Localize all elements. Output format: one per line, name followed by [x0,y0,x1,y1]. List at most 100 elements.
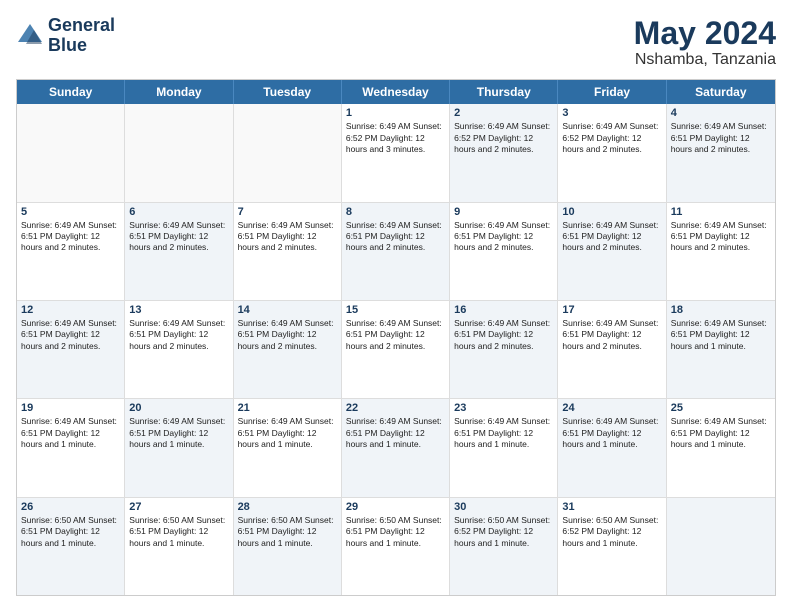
day-info: Sunrise: 6:49 AM Sunset: 6:51 PM Dayligh… [129,416,228,450]
logo-text: General Blue [48,16,115,56]
day-number: 31 [562,501,661,513]
day-info: Sunrise: 6:49 AM Sunset: 6:51 PM Dayligh… [346,318,445,352]
day-cell-7: 7 Sunrise: 6:49 AM Sunset: 6:51 PM Daylig… [234,203,342,300]
day-info: Sunrise: 6:49 AM Sunset: 6:51 PM Dayligh… [346,416,445,450]
day-info: Sunrise: 6:50 AM Sunset: 6:51 PM Dayligh… [21,515,120,549]
day-cell-5: 5 Sunrise: 6:49 AM Sunset: 6:51 PM Daylig… [17,203,125,300]
day-cell-4: 4Sunrise: 6:49 AM Sunset: 6:51 PM Daylig… [667,104,775,201]
day-info: Sunrise: 6:49 AM Sunset: 6:51 PM Dayligh… [346,220,445,254]
day-number: 11 [671,206,771,218]
day-number: 29 [346,501,445,513]
logo-line1: General [48,16,115,36]
day-number: 14 [238,304,337,316]
day-number: 13 [129,304,228,316]
day-info: Sunrise: 6:49 AM Sunset: 6:51 PM Dayligh… [21,416,120,450]
day-cell-empty [234,104,342,201]
day-info: Sunrise: 6:49 AM Sunset: 6:51 PM Dayligh… [21,220,120,254]
day-cell-24: 24 Sunrise: 6:49 AM Sunset: 6:51 PM Dayli… [558,399,666,496]
cal-header-day-tuesday: Tuesday [234,80,342,104]
day-info: Sunrise: 6:49 AM Sunset: 6:51 PM Dayligh… [671,318,771,352]
day-cell-8: 8 Sunrise: 6:49 AM Sunset: 6:51 PM Daylig… [342,203,450,300]
day-info: Sunrise: 6:49 AM Sunset: 6:51 PM Dayligh… [562,318,661,352]
cal-header-day-wednesday: Wednesday [342,80,450,104]
day-number: 1 [346,107,445,119]
day-number: 30 [454,501,553,513]
day-cell-14: 14Sunrise: 6:49 AM Sunset: 6:51 PM Dayli… [234,301,342,398]
day-info: Sunrise: 6:49 AM Sunset: 6:51 PM Dayligh… [21,318,120,352]
day-info: Sunrise: 6:50 AM Sunset: 6:52 PM Dayligh… [454,515,553,549]
header: General Blue May 2024 Nshamba, Tanzania [16,16,776,69]
cal-header-day-friday: Friday [558,80,666,104]
day-info: Sunrise: 6:49 AM Sunset: 6:51 PM Dayligh… [129,220,228,254]
day-cell-25: 25 Sunrise: 6:49 AM Sunset: 6:51 PM Dayli… [667,399,775,496]
day-info: Sunrise: 6:49 AM Sunset: 6:51 PM Dayligh… [238,220,337,254]
calendar-header: SundayMondayTuesdayWednesdayThursdayFrid… [17,80,775,104]
day-number: 22 [346,402,445,414]
day-info: Sunrise: 6:50 AM Sunset: 6:51 PM Dayligh… [346,515,445,549]
title-block: May 2024 Nshamba, Tanzania [634,16,776,69]
day-number: 17 [562,304,661,316]
day-cell-11: 11Sunrise: 6:49 AM Sunset: 6:51 PM Dayli… [667,203,775,300]
day-cell-27: 27Sunrise: 6:50 AM Sunset: 6:51 PM Dayli… [125,498,233,595]
day-cell-empty [667,498,775,595]
day-number: 7 [238,206,337,218]
calendar-body: 1 Sunrise: 6:49 AM Sunset: 6:52 PM Daylig… [17,104,775,595]
day-info: Sunrise: 6:49 AM Sunset: 6:51 PM Dayligh… [238,416,337,450]
day-number: 25 [671,402,771,414]
day-cell-19: 19 Sunrise: 6:49 AM Sunset: 6:51 PM Dayli… [17,399,125,496]
day-info: Sunrise: 6:49 AM Sunset: 6:51 PM Dayligh… [454,220,553,254]
location: Nshamba, Tanzania [634,51,776,69]
calendar-row-2: 5 Sunrise: 6:49 AM Sunset: 6:51 PM Daylig… [17,202,775,300]
day-number: 16 [454,304,553,316]
day-number: 9 [454,206,553,218]
day-number: 21 [238,402,337,414]
day-cell-30: 30 Sunrise: 6:50 AM Sunset: 6:52 PM Dayli… [450,498,558,595]
calendar: SundayMondayTuesdayWednesdayThursdayFrid… [16,79,776,596]
day-number: 18 [671,304,771,316]
day-cell-6: 6Sunrise: 6:49 AM Sunset: 6:51 PM Daylig… [125,203,233,300]
day-cell-18: 18 Sunrise: 6:49 AM Sunset: 6:51 PM Dayli… [667,301,775,398]
day-info: Sunrise: 6:49 AM Sunset: 6:52 PM Dayligh… [454,121,553,155]
day-info: Sunrise: 6:50 AM Sunset: 6:51 PM Dayligh… [238,515,337,549]
cal-header-day-thursday: Thursday [450,80,558,104]
day-cell-21: 21 Sunrise: 6:49 AM Sunset: 6:51 PM Dayli… [234,399,342,496]
day-cell-28: 28Sunrise: 6:50 AM Sunset: 6:51 PM Dayli… [234,498,342,595]
day-number: 10 [562,206,661,218]
day-info: Sunrise: 6:49 AM Sunset: 6:51 PM Dayligh… [454,318,553,352]
day-cell-2: 2Sunrise: 6:49 AM Sunset: 6:52 PM Daylig… [450,104,558,201]
page: General Blue May 2024 Nshamba, Tanzania … [0,0,792,612]
logo-line2: Blue [48,36,115,56]
day-number: 26 [21,501,120,513]
day-cell-10: 10 Sunrise: 6:49 AM Sunset: 6:51 PM Dayli… [558,203,666,300]
day-info: Sunrise: 6:49 AM Sunset: 6:52 PM Dayligh… [346,121,445,155]
cal-header-day-saturday: Saturday [667,80,775,104]
calendar-row-3: 12 Sunrise: 6:49 AM Sunset: 6:51 PM Dayli… [17,300,775,398]
day-info: Sunrise: 6:49 AM Sunset: 6:51 PM Dayligh… [671,121,771,155]
day-number: 12 [21,304,120,316]
day-cell-22: 22 Sunrise: 6:49 AM Sunset: 6:51 PM Dayli… [342,399,450,496]
calendar-row-5: 26 Sunrise: 6:50 AM Sunset: 6:51 PM Dayli… [17,497,775,595]
logo-icon [16,22,44,50]
day-cell-31: 31Sunrise: 6:50 AM Sunset: 6:52 PM Dayli… [558,498,666,595]
day-number: 19 [21,402,120,414]
cal-header-day-sunday: Sunday [17,80,125,104]
day-info: Sunrise: 6:49 AM Sunset: 6:52 PM Dayligh… [562,121,661,155]
day-cell-20: 20Sunrise: 6:49 AM Sunset: 6:51 PM Dayli… [125,399,233,496]
day-info: Sunrise: 6:49 AM Sunset: 6:51 PM Dayligh… [671,416,771,450]
day-cell-3: 3 Sunrise: 6:49 AM Sunset: 6:52 PM Daylig… [558,104,666,201]
day-info: Sunrise: 6:49 AM Sunset: 6:51 PM Dayligh… [562,416,661,450]
month-year: May 2024 [634,16,776,51]
day-cell-13: 13Sunrise: 6:49 AM Sunset: 6:51 PM Dayli… [125,301,233,398]
day-cell-empty [125,104,233,201]
day-cell-9: 9 Sunrise: 6:49 AM Sunset: 6:51 PM Daylig… [450,203,558,300]
day-number: 3 [562,107,661,119]
day-cell-1: 1 Sunrise: 6:49 AM Sunset: 6:52 PM Daylig… [342,104,450,201]
day-cell-16: 16 Sunrise: 6:49 AM Sunset: 6:51 PM Dayli… [450,301,558,398]
day-number: 5 [21,206,120,218]
day-number: 24 [562,402,661,414]
day-cell-15: 15Sunrise: 6:49 AM Sunset: 6:51 PM Dayli… [342,301,450,398]
day-cell-empty [17,104,125,201]
day-number: 8 [346,206,445,218]
day-info: Sunrise: 6:49 AM Sunset: 6:51 PM Dayligh… [562,220,661,254]
day-cell-17: 17 Sunrise: 6:49 AM Sunset: 6:51 PM Dayli… [558,301,666,398]
